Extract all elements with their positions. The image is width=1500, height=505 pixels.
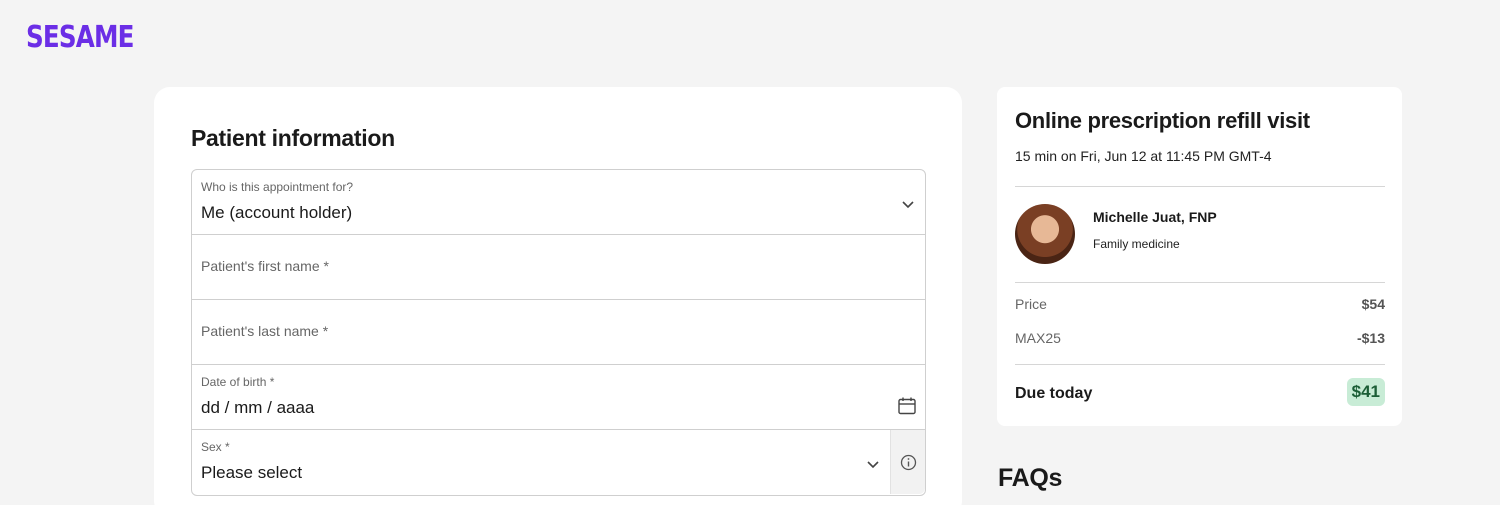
chevron-down-icon — [902, 201, 914, 209]
last-name-placeholder: Patient's last name * — [201, 323, 329, 339]
chevron-down-icon — [867, 461, 879, 469]
visit-time: 15 min on Fri, Jun 12 at 11:45 PM GMT-4 — [1015, 148, 1272, 164]
price-label: Price — [1015, 296, 1047, 312]
sex-info-button[interactable] — [890, 430, 925, 494]
visit-summary-card: Online prescription refill visit 15 min … — [997, 87, 1402, 426]
sex-field: Sex * Please select — [192, 430, 925, 495]
sex-label: Sex * — [201, 440, 230, 454]
patient-info-card: Patient information Who is this appointm… — [154, 87, 962, 505]
first-name-field[interactable]: Patient's first name * — [192, 235, 925, 300]
price-value: $54 — [1361, 296, 1385, 312]
calendar-icon[interactable] — [897, 396, 917, 416]
due-today-label: Due today — [1015, 385, 1093, 402]
faqs-heading: FAQs — [998, 464, 1063, 492]
due-today-badge: $41 — [1346, 378, 1385, 406]
sex-select[interactable]: Sex * Please select — [192, 430, 890, 494]
divider — [1015, 186, 1385, 187]
appointment-for-select[interactable]: Who is this appointment for? Me (account… — [192, 170, 925, 235]
info-icon — [900, 454, 917, 471]
visit-title: Online prescription refill visit — [1015, 108, 1310, 133]
provider-name: Michelle Juat, FNP — [1093, 209, 1217, 225]
patient-fields: Who is this appointment for? Me (account… — [191, 169, 926, 496]
dob-value: dd / mm / aaaa — [201, 398, 315, 417]
patient-info-title: Patient information — [191, 125, 395, 151]
dob-label: Date of birth * — [201, 375, 275, 389]
date-of-birth-field[interactable]: Date of birth * dd / mm / aaaa — [192, 365, 925, 430]
provider-avatar — [1015, 204, 1075, 264]
appointment-for-label: Who is this appointment for? — [201, 180, 354, 194]
first-name-placeholder: Patient's first name * — [201, 258, 329, 274]
appointment-for-value: Me (account holder) — [201, 203, 353, 222]
divider — [1015, 282, 1385, 283]
divider — [1015, 364, 1385, 365]
discount-value: -$13 — [1356, 330, 1385, 346]
sex-value: Please select — [201, 463, 303, 482]
provider-specialty: Family medicine — [1093, 237, 1180, 251]
discount-code-label: MAX25 — [1015, 330, 1061, 346]
sesame-logo[interactable]: SESAME — [26, 20, 134, 55]
last-name-field[interactable]: Patient's last name * — [192, 300, 925, 365]
